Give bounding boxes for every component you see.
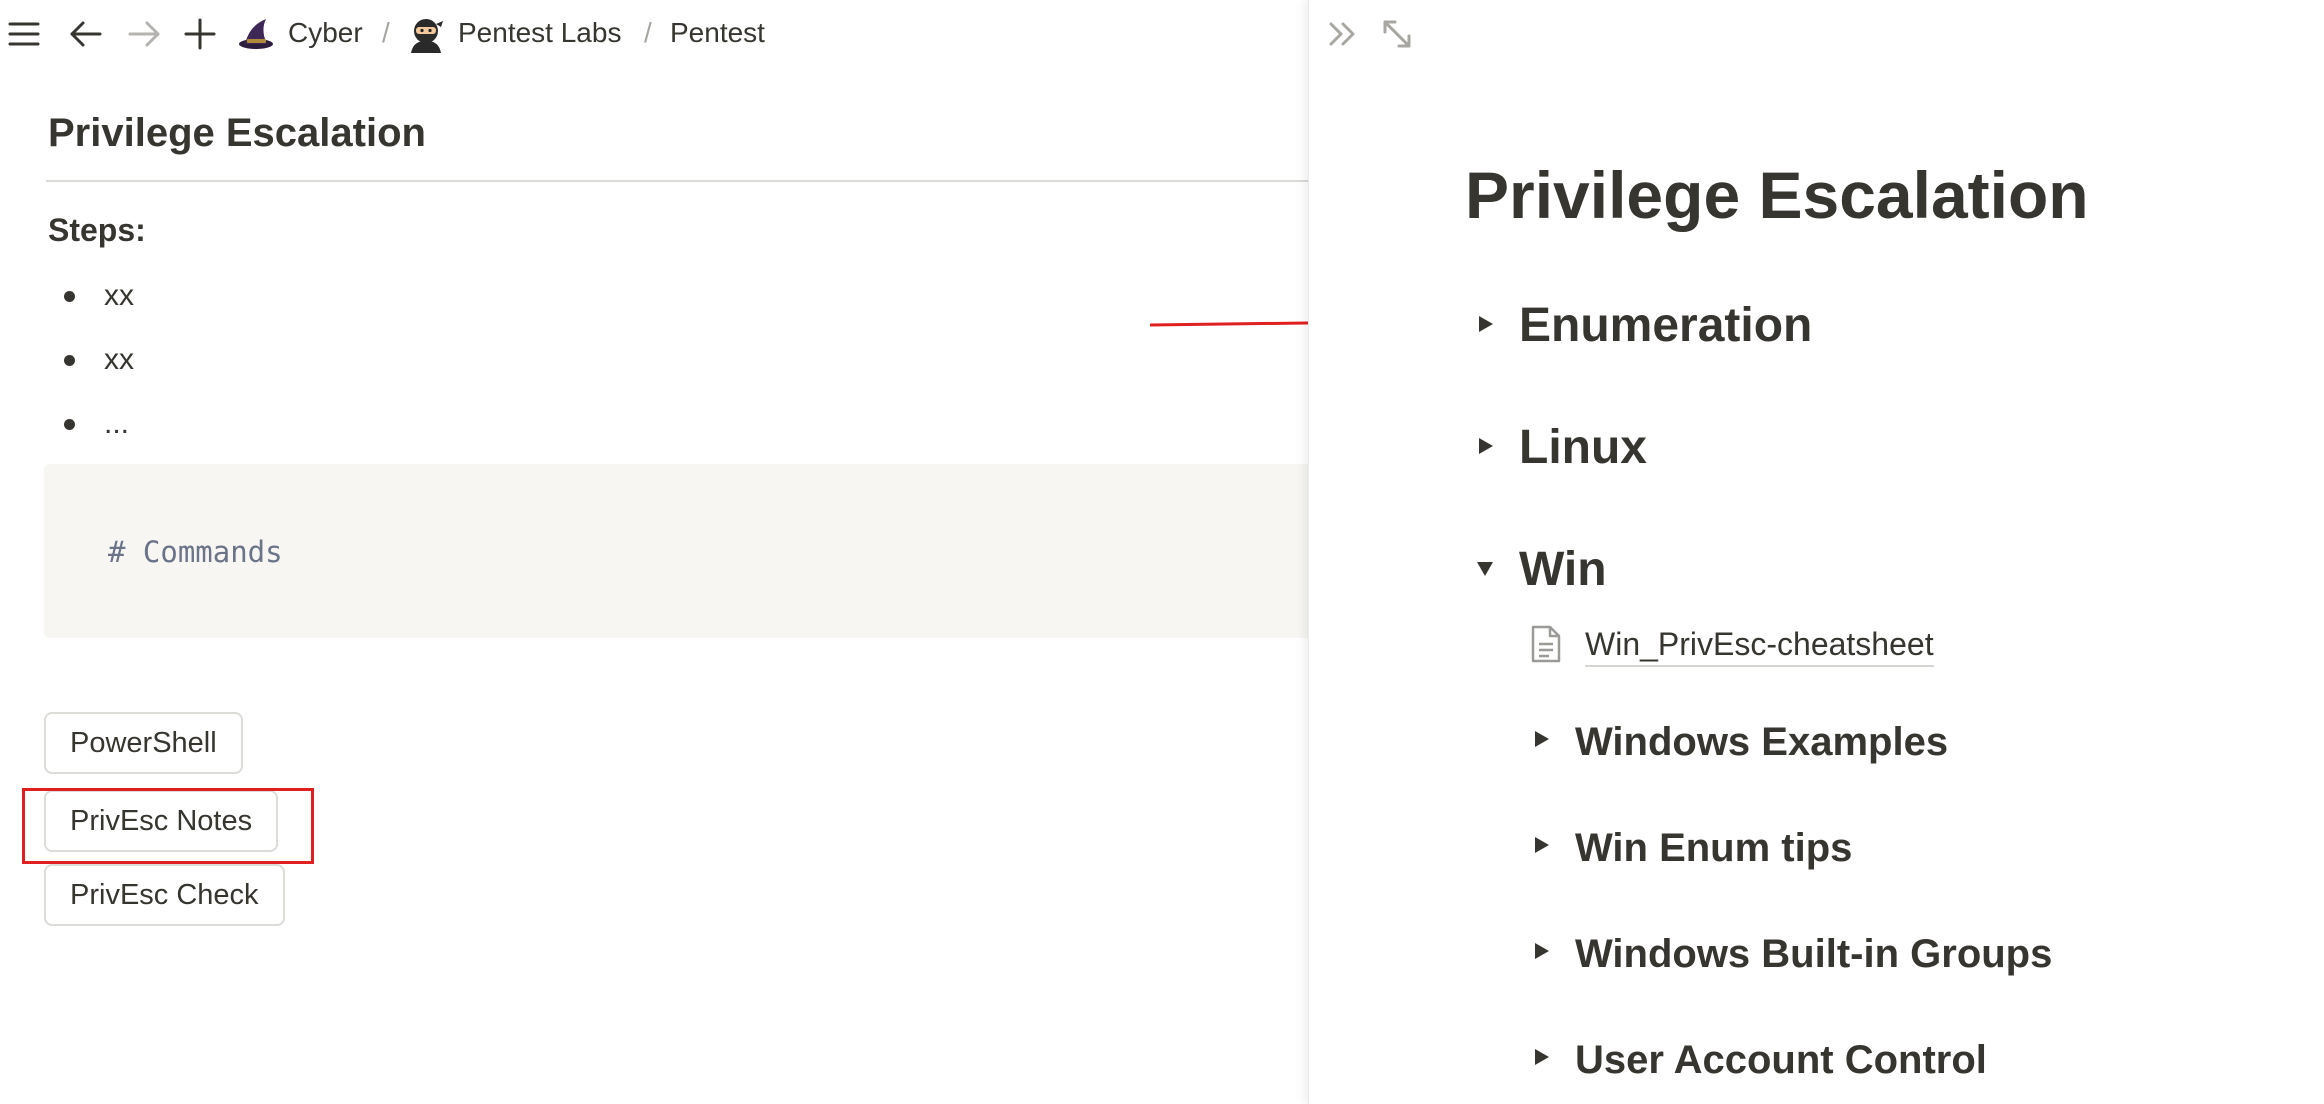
page-title: Privilege Escalation bbox=[48, 111, 426, 155]
list-item-text[interactable]: xx bbox=[104, 342, 134, 378]
add-page-icon[interactable] bbox=[180, 14, 220, 54]
code-text[interactable]: # Commands bbox=[108, 534, 283, 570]
back-arrow-icon[interactable] bbox=[66, 14, 106, 54]
witch-hat-icon[interactable] bbox=[236, 14, 276, 54]
ninja-icon[interactable] bbox=[406, 14, 446, 54]
toggle-label[interactable]: Windows Built-in Groups bbox=[1575, 930, 2052, 978]
triangle-right-icon[interactable] bbox=[1531, 835, 1551, 855]
main-page: Cyber / Pentest Labs / Pentest Privilege… bbox=[0, 0, 1310, 1104]
breadcrumb-separator: / bbox=[382, 17, 390, 48]
page-link-label[interactable]: Win_PrivEsc-cheatsheet bbox=[1585, 624, 1934, 667]
breadcrumb-separator: / bbox=[644, 17, 652, 48]
privesc-check-button[interactable]: PrivEsc Check bbox=[44, 864, 285, 926]
toggle-label[interactable]: Win Enum tips bbox=[1575, 824, 1852, 872]
triangle-right-icon[interactable] bbox=[1531, 1047, 1551, 1067]
breadcrumb-pentest[interactable]: Pentest bbox=[670, 16, 765, 50]
toggle-label[interactable]: Windows Examples bbox=[1575, 718, 1948, 766]
powershell-button[interactable]: PowerShell bbox=[44, 712, 243, 774]
triangle-right-icon[interactable] bbox=[1531, 729, 1551, 749]
code-block[interactable]: # Commands bbox=[44, 464, 1310, 638]
forward-arrow-icon[interactable] bbox=[124, 14, 164, 54]
list-item-text[interactable]: xx bbox=[104, 278, 134, 314]
bullet-icon bbox=[64, 355, 75, 366]
triangle-down-icon[interactable] bbox=[1475, 558, 1495, 578]
steps-label: Steps: bbox=[48, 212, 146, 248]
breadcrumb-pentest-labs[interactable]: Pentest Labs bbox=[458, 16, 621, 50]
top-bar: Cyber / Pentest Labs / Pentest bbox=[0, 0, 1310, 66]
breadcrumb-cyber[interactable]: Cyber bbox=[288, 16, 363, 50]
peek-panel: Privilege Escalation Enumeration Linux W… bbox=[1308, 0, 2324, 1104]
triangle-right-icon[interactable] bbox=[1475, 314, 1495, 334]
toggle-label[interactable]: Enumeration bbox=[1519, 298, 1812, 354]
expand-icon[interactable] bbox=[1377, 14, 1417, 54]
menu-icon[interactable] bbox=[4, 14, 44, 54]
toggle-label[interactable]: Linux bbox=[1519, 420, 1647, 476]
bullet-icon bbox=[64, 291, 75, 302]
list-item-text[interactable]: ... bbox=[104, 406, 129, 442]
peek-page-title: Privilege Escalation bbox=[1465, 158, 2089, 232]
bullet-icon bbox=[64, 419, 75, 430]
close-peek-chevrons-icon[interactable] bbox=[1323, 14, 1363, 54]
triangle-right-icon[interactable] bbox=[1475, 436, 1495, 456]
divider bbox=[46, 180, 1310, 182]
toggle-label[interactable]: User Account Control bbox=[1575, 1036, 1987, 1084]
document-icon bbox=[1529, 624, 1563, 664]
annotation-highlight-box bbox=[22, 788, 314, 864]
triangle-right-icon[interactable] bbox=[1531, 941, 1551, 961]
toggle-label[interactable]: Win bbox=[1519, 542, 1607, 598]
